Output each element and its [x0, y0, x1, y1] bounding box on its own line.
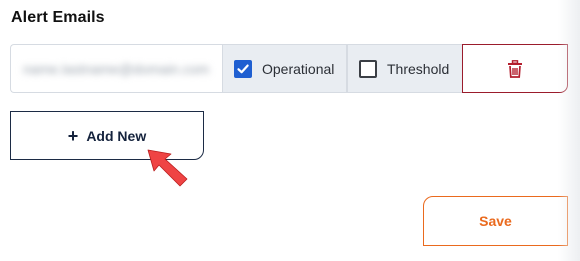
- threshold-option[interactable]: Threshold: [347, 44, 463, 93]
- trash-icon: [508, 59, 522, 78]
- save-button[interactable]: Save: [423, 196, 568, 246]
- operational-label: Operational: [262, 60, 335, 77]
- email-input[interactable]: [21, 56, 215, 82]
- threshold-label: Threshold: [387, 60, 450, 77]
- operational-checkbox[interactable]: [234, 59, 252, 78]
- save-label: Save: [479, 213, 512, 229]
- pointer-arrow-icon: [147, 149, 188, 187]
- add-new-label: Add New: [86, 127, 147, 144]
- threshold-checkbox[interactable]: [359, 59, 377, 78]
- section-title: Alert Emails: [11, 9, 105, 26]
- checkmark-icon: [237, 63, 249, 73]
- email-cell: [10, 44, 223, 93]
- operational-option[interactable]: Operational: [222, 44, 347, 93]
- delete-email-button[interactable]: [462, 44, 568, 93]
- plus-icon: +: [67, 125, 79, 146]
- alert-email-row: Operational Threshold: [10, 44, 568, 93]
